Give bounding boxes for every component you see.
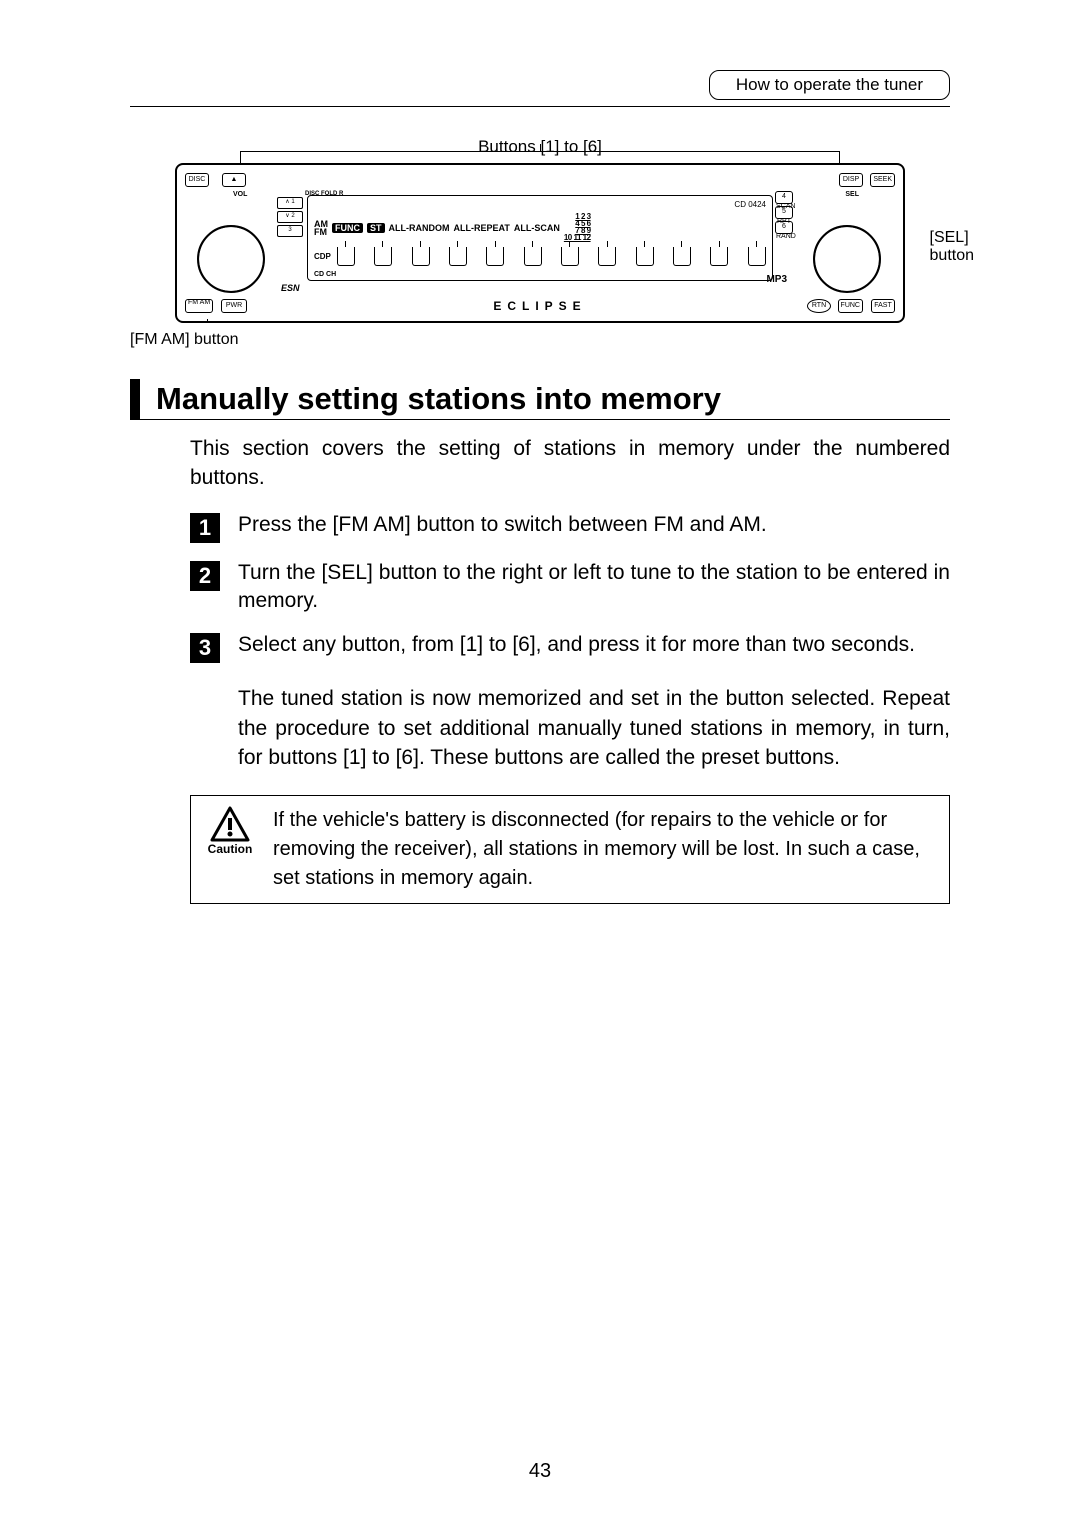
lcd-fm: FM	[314, 228, 328, 236]
step-text-1: Press the [FM AM] button to switch betwe…	[238, 511, 767, 539]
func-button[interactable]: FUNC	[838, 299, 863, 313]
caution-box: Caution If the vehicle's battery is disc…	[190, 795, 950, 904]
sel-label: SEL	[845, 191, 859, 198]
step-3: 3 Select any button, from [1] to [6], an…	[190, 631, 950, 663]
fast-button[interactable]: FAST	[871, 299, 895, 313]
lcd-display: CD 0424 AM FM FUNC ST ALL-RANDOM ALL-REP…	[307, 195, 773, 281]
preset-buttons: 4 SCAN 5 RPT 6 RAND	[775, 191, 793, 234]
sel-knob[interactable]	[813, 225, 881, 293]
section-intro: This section covers the setting of stati…	[190, 434, 950, 493]
callout-fm-am-button: [FM AM] button	[130, 331, 950, 349]
left-rocker-buttons: ∧ 1 ∨ 2 3	[277, 197, 303, 237]
step-text-3: Select any button, from [1] to [6], and …	[238, 631, 915, 659]
lcd-st: ST	[367, 223, 385, 233]
lcd-all-scan: ALL-SCAN	[514, 223, 560, 233]
callout-sel-button: [SEL] button	[930, 229, 974, 266]
button-3[interactable]: 3	[277, 225, 303, 237]
volume-knob[interactable]	[197, 225, 265, 293]
stereo-face: DISC ▲ DISP SEEK VOL SEL ∧ 1 ∨ 2 3 DISC …	[175, 163, 905, 323]
lcd-all-repeat: ALL-REPEAT	[454, 223, 510, 233]
mp3-label: MP3	[766, 274, 787, 285]
disp-button[interactable]: DISP	[839, 173, 863, 187]
pwr-button[interactable]: PWR	[221, 299, 247, 313]
lcd-all-random: ALL-RANDOM	[389, 223, 450, 233]
step-2: 2 Turn the [SEL] button to the right or …	[190, 559, 950, 616]
step-1: 1 Press the [FM AM] button to switch bet…	[190, 511, 950, 543]
lcd-cd-text: CD 0424	[734, 200, 766, 209]
page-number: 43	[0, 1460, 1080, 1483]
step-3-body: The tuned station is now memorized and s…	[238, 684, 950, 772]
steps-list: 1 Press the [FM AM] button to switch bet…	[190, 511, 950, 664]
rtn-button[interactable]: RTN	[807, 299, 831, 313]
page-header: How to operate the tuner	[130, 70, 950, 107]
header-title: How to operate the tuner	[709, 70, 950, 100]
step-number-2: 2	[190, 561, 220, 591]
eject-button[interactable]: ▲	[222, 173, 246, 187]
caution-label: Caution	[208, 842, 253, 856]
down-button[interactable]: ∨ 2	[277, 211, 303, 223]
vol-label: VOL	[233, 191, 247, 198]
lcd-cdch: CD CH	[314, 271, 766, 278]
preset-5-rpt[interactable]: 5 RPT	[775, 206, 793, 219]
lcd-cdp: CDP	[314, 252, 331, 261]
preset-4-scan[interactable]: 4 SCAN	[775, 191, 793, 204]
fm-am-button[interactable]: FM AM	[185, 299, 213, 313]
caution-icon: Caution	[205, 806, 255, 856]
section-heading: Manually setting stations into memory	[130, 379, 950, 420]
up-button[interactable]: ∧ 1	[277, 197, 303, 209]
step-text-2: Turn the [SEL] button to the right or le…	[238, 559, 950, 616]
stereo-diagram: Buttons [1] to [6] DISC ▲ DISP SEEK VOL …	[130, 137, 950, 349]
esn-label: ESN	[281, 283, 300, 293]
step-number-3: 3	[190, 633, 220, 663]
lcd-nums-4: 10 11 12	[564, 235, 591, 242]
seek-button[interactable]: SEEK	[870, 173, 895, 187]
lcd-func: FUNC	[332, 223, 363, 233]
preset-6-rand[interactable]: 6 RAND	[775, 221, 793, 234]
step-number-1: 1	[190, 513, 220, 543]
disc-button[interactable]: DISC	[185, 173, 209, 187]
caution-text: If the vehicle's battery is disconnected…	[273, 806, 935, 893]
brand-label: ECLIPSE	[177, 299, 903, 313]
